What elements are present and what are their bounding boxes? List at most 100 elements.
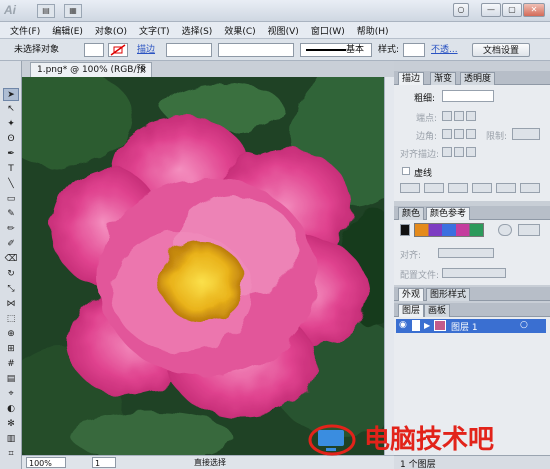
dash-field-2[interactable] <box>448 183 468 193</box>
target-icon[interactable]: ○ <box>520 320 528 330</box>
corner-miter-icon[interactable] <box>442 129 452 139</box>
tab-appearance[interactable]: 外观 <box>398 288 425 301</box>
selection-tool-icon[interactable]: ➤ <box>3 88 19 101</box>
shape-builder-tool-icon[interactable]: ⊕ <box>3 328 19 341</box>
menu-effect[interactable]: 效果(C) <box>218 24 261 37</box>
symbol-sprayer-tool-icon[interactable]: ✻ <box>3 418 19 431</box>
dash-field-3[interactable] <box>496 183 516 193</box>
tab-stroke[interactable]: 描边 <box>398 72 425 85</box>
stroke-weight-field[interactable] <box>166 43 212 57</box>
tab-layers[interactable]: 图层 <box>398 304 425 317</box>
rotate-tool-icon[interactable]: ↻ <box>3 268 19 281</box>
close-button[interactable]: ✕ <box>523 3 545 17</box>
config-dropdown[interactable] <box>442 268 506 278</box>
vertical-scrollbar[interactable] <box>384 77 394 455</box>
mesh-tool-icon[interactable]: # <box>3 358 19 371</box>
stroke-link[interactable]: 描边 <box>137 43 155 57</box>
dash-field-1[interactable] <box>400 183 420 193</box>
blob-brush-tool-icon[interactable]: ✐ <box>3 238 19 251</box>
scale-tool-icon[interactable]: ⤡ <box>3 283 19 296</box>
document-tab[interactable]: 1.png* @ 100% (RGB/预览) × <box>30 62 152 89</box>
artboard-tool-icon[interactable]: ⌗ <box>3 448 19 461</box>
document-settings-button[interactable]: 文档设置 <box>472 43 530 57</box>
menu-type[interactable]: 文字(T) <box>133 24 176 37</box>
rectangle-tool-icon[interactable]: ▭ <box>3 193 19 206</box>
artboard-number-field[interactable]: 1 <box>92 457 116 468</box>
bridge-icon[interactable]: ▤ <box>37 4 55 18</box>
paintbrush-tool-icon[interactable]: ✎ <box>3 208 19 221</box>
minimize-button[interactable]: — <box>481 3 501 17</box>
align-inside-icon[interactable] <box>454 147 464 157</box>
menu-help[interactable]: 帮助(H) <box>351 24 395 37</box>
limit-field[interactable] <box>512 128 540 140</box>
cap-square-icon[interactable] <box>466 111 476 121</box>
tab-gradient[interactable]: 渐变 <box>430 72 457 85</box>
layer-count: 1 个图层 <box>400 460 436 469</box>
stroke-swatch[interactable] <box>108 43 128 57</box>
gap-field-2[interactable] <box>472 183 492 193</box>
tab-transparency[interactable]: 透明度 <box>460 72 496 85</box>
align-dropdown[interactable] <box>438 248 494 258</box>
width-tool-icon[interactable]: ⋈ <box>3 298 19 311</box>
magic-wand-tool-icon[interactable]: ✦ <box>3 118 19 131</box>
zoom-field[interactable]: 100% <box>26 457 66 468</box>
weight-field[interactable] <box>442 90 494 102</box>
eyedropper-tool-icon[interactable]: ⌖ <box>3 388 19 401</box>
menu-edit[interactable]: 编辑(E) <box>46 24 89 37</box>
expand-arrow-icon[interactable]: ▶ <box>424 321 430 330</box>
edit-colors-icon[interactable] <box>498 224 512 236</box>
cap-round-icon[interactable] <box>454 111 464 121</box>
menu-view[interactable]: 视图(V) <box>262 24 305 37</box>
eraser-tool-icon[interactable]: ⌫ <box>3 253 19 266</box>
menu-select[interactable]: 选择(S) <box>176 24 219 37</box>
cap-butt-icon[interactable] <box>442 111 452 121</box>
type-tool-icon[interactable]: T <box>3 163 19 176</box>
lasso-tool-icon[interactable]: ʘ <box>3 133 19 146</box>
layer-name[interactable]: 图层 1 <box>451 320 478 333</box>
visibility-eye-icon[interactable]: ◉ <box>399 320 407 330</box>
direct-selection-tool-icon[interactable]: ↖ <box>3 103 19 116</box>
gap-field-1[interactable] <box>424 183 444 193</box>
brush-basic-label: 基本 <box>346 45 365 55</box>
line-tool-icon[interactable]: ╲ <box>3 178 19 191</box>
blend-tool-icon[interactable]: ◐ <box>3 403 19 416</box>
menu-file[interactable]: 文件(F) <box>4 24 46 37</box>
opacity-link[interactable]: 不透... <box>431 43 458 57</box>
align-center-icon[interactable] <box>442 147 452 157</box>
fill-swatch[interactable] <box>84 43 104 57</box>
arrange-documents-icon[interactable]: ▦ <box>64 4 82 18</box>
layer-color-tag <box>412 320 420 331</box>
align-stroke-label: 对齐描边: <box>400 150 440 160</box>
artboard-canvas[interactable] <box>22 77 394 455</box>
menu-window[interactable]: 窗口(W) <box>305 24 351 37</box>
style-swatch[interactable] <box>403 43 425 57</box>
tab-color-guide[interactable]: 颜色参考 <box>426 207 471 220</box>
menu-object[interactable]: 对象(O) <box>89 24 133 37</box>
harmony-rules-strip[interactable] <box>414 223 484 237</box>
restore-button[interactable]: ▢ <box>502 3 522 17</box>
workspace-switcher-button[interactable]: ○ <box>453 3 469 17</box>
tab-color[interactable]: 颜色 <box>398 207 425 220</box>
pen-tool-icon[interactable]: ✒ <box>3 148 19 161</box>
base-color-swatch[interactable] <box>400 224 410 236</box>
corner-round-icon[interactable] <box>454 129 464 139</box>
column-graph-tool-icon[interactable]: ▥ <box>3 433 19 446</box>
stroke-panel-tabs: 描边 渐变 透明度 <box>394 71 550 85</box>
gradient-tool-icon[interactable]: ▤ <box>3 373 19 386</box>
corner-bevel-icon[interactable] <box>466 129 476 139</box>
tab-artboards[interactable]: 画板 <box>424 304 451 317</box>
close-tab-icon[interactable]: × <box>139 63 147 77</box>
tab-graphic-styles[interactable]: 图形样式 <box>426 288 471 301</box>
perspective-grid-tool-icon[interactable]: ⊞ <box>3 343 19 356</box>
variable-width-dropdown[interactable] <box>218 43 294 57</box>
gap-field-3[interactable] <box>520 183 540 193</box>
align-outside-icon[interactable] <box>466 147 476 157</box>
layer-row[interactable]: ◉ ▶ 图层 1 ○ <box>396 319 546 333</box>
dashed-checkbox[interactable] <box>402 167 410 175</box>
title-bar: Ai ▤ ▦ ○ — ▢ ✕ <box>0 0 550 22</box>
color-panel-tabs: 颜色 颜色参考 <box>394 206 550 220</box>
menu-bar: 文件(F) 编辑(E) 对象(O) 文字(T) 选择(S) 效果(C) 视图(V… <box>0 22 550 39</box>
swatches-icon[interactable] <box>518 224 540 236</box>
pencil-tool-icon[interactable]: ✏ <box>3 223 19 236</box>
free-transform-tool-icon[interactable]: ⬚ <box>3 313 19 326</box>
